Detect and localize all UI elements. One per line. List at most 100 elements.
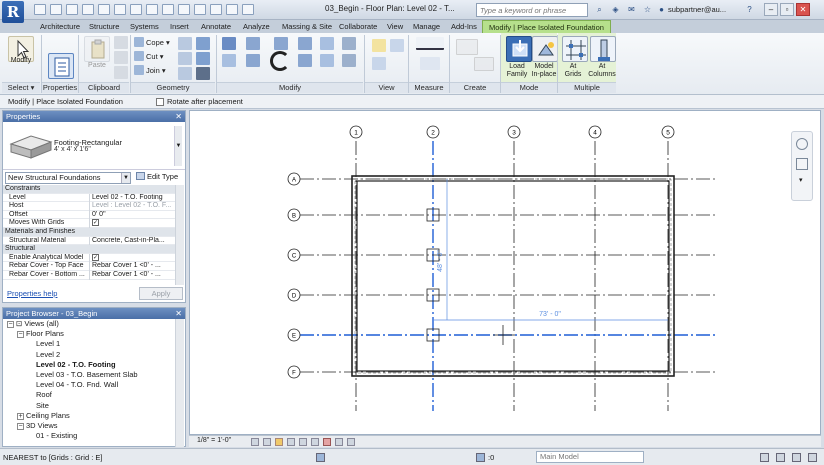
split-face-icon[interactable] [178, 37, 192, 50]
select-pinned-icon[interactable] [776, 453, 785, 462]
aligned-dimension-icon[interactable] [420, 57, 440, 70]
rotate-icon[interactable] [270, 51, 290, 71]
open-icon[interactable] [34, 4, 46, 15]
user-icon[interactable]: ● [656, 4, 667, 15]
tab-manage[interactable]: Manage [407, 20, 446, 33]
modify-button-label[interactable]: Modify [6, 57, 36, 65]
tab-architecture[interactable]: Architecture [34, 20, 86, 33]
create-parts-icon[interactable] [474, 57, 494, 71]
scale-icon[interactable] [342, 37, 356, 50]
wall-joins-icon[interactable] [178, 67, 192, 80]
search-icon[interactable]: ⌕ [594, 4, 605, 15]
property-value[interactable]: Concrete, Cast-in-Pla... [89, 236, 175, 246]
cut-clipboard-icon[interactable] [114, 36, 128, 49]
browser-node[interactable]: −3D Views [3, 421, 177, 431]
browser-node[interactable]: Level 2 [3, 350, 177, 360]
load-family-icon[interactable] [506, 36, 532, 62]
properties-icon[interactable] [48, 53, 74, 79]
match-type-icon[interactable] [114, 66, 128, 79]
switch-window-icon[interactable] [226, 4, 238, 15]
close-button[interactable]: ✕ [796, 3, 810, 16]
apply-button[interactable]: Apply [139, 287, 183, 300]
shadows-icon[interactable] [287, 438, 295, 446]
measure-qat-icon[interactable] [114, 4, 126, 15]
browser-node[interactable]: Level 03 - T.O. Basement Slab [3, 370, 177, 380]
tab-systems[interactable]: Systems [124, 20, 165, 33]
nav-dropdown-icon[interactable]: ▾ [799, 176, 803, 184]
at-grids-icon[interactable] [562, 36, 588, 62]
checkmark-icon[interactable]: ✓ [92, 219, 99, 227]
zoom-icon[interactable] [796, 158, 808, 170]
reveal-hidden-icon[interactable] [335, 438, 343, 446]
linework-icon[interactable] [390, 39, 404, 52]
editing-requests-icon[interactable] [476, 453, 485, 462]
property-row[interactable]: Rebar Cover - Top Face Rebar Cover 1 <0' … [3, 262, 175, 271]
rotate-after-placement-label[interactable]: Rotate after placement [167, 97, 243, 106]
drawing-area[interactable]: 1 2 3 4 5 A B C D E F 48' - 0" 73' - 0" [189, 110, 821, 435]
browser-node[interactable]: Site [3, 401, 177, 411]
property-value[interactable]: Level 02 - T.O. Footing [89, 193, 175, 203]
browser-scrollbar[interactable] [175, 319, 184, 447]
tab-structure[interactable]: Structure [83, 20, 125, 33]
properties-help-link[interactable]: Properties help [7, 289, 57, 298]
copy-clipboard-icon[interactable] [114, 51, 128, 64]
steering-wheel-icon[interactable] [796, 138, 808, 150]
model-inplace-label[interactable]: Model In-place [528, 63, 560, 79]
communication-icon[interactable]: ✉ [626, 4, 637, 15]
tab-modify-place-isolated-foundation[interactable]: Modify | Place Isolated Foundation [482, 20, 611, 33]
tag-icon[interactable] [130, 4, 142, 15]
tab-annotate[interactable]: Annotate [195, 20, 237, 33]
align-icon[interactable] [222, 37, 236, 50]
split-icon[interactable] [320, 37, 334, 50]
close-icon[interactable]: ✕ [175, 111, 182, 122]
array-icon[interactable] [320, 54, 334, 67]
properties-section-header[interactable]: Constraints [3, 185, 175, 194]
select-links-icon[interactable] [760, 453, 769, 462]
tab-collaborate[interactable]: Collaborate [333, 20, 383, 33]
select-underlay-icon[interactable] [808, 453, 817, 462]
property-row[interactable]: Offset 0' 0" [3, 210, 175, 220]
section-icon[interactable] [178, 4, 190, 15]
save-icon[interactable] [50, 4, 62, 15]
browser-node[interactable]: − ⊡ Views (all) [3, 319, 177, 329]
thin-lines-icon[interactable] [194, 4, 206, 15]
join-roof-icon[interactable] [196, 37, 210, 50]
override-graphics-icon[interactable] [372, 57, 386, 70]
favorites-icon[interactable]: ☆ [642, 4, 653, 15]
trim-icon[interactable] [298, 54, 312, 67]
cut-geometry-button[interactable]: Cut ▾ [134, 51, 164, 62]
analytical-model-icon[interactable] [347, 438, 355, 446]
browser-node[interactable]: Level 02 - T.O. Footing [3, 360, 177, 370]
paste-label[interactable]: Paste [82, 62, 112, 70]
help-icon[interactable]: ? [744, 4, 755, 15]
select-panel-label[interactable]: Select ▾ [2, 82, 40, 93]
property-value[interactable]: Rebar Cover 1 <0' - ... [89, 270, 175, 280]
browser-node[interactable]: + Ceiling Plans [3, 411, 177, 421]
properties-scrollbar[interactable] [175, 185, 184, 285]
demolish-icon[interactable] [196, 67, 210, 80]
at-grids-label[interactable]: At Grids [558, 63, 588, 79]
print-icon[interactable] [98, 4, 110, 15]
minimize-button[interactable]: – [764, 3, 778, 16]
application-menu-button[interactable]: R [2, 1, 24, 23]
checkmark-icon[interactable]: ✓ [92, 253, 99, 261]
collapse-icon[interactable]: − [7, 321, 14, 328]
floor-plan-drawing[interactable]: 1 2 3 4 5 A B C D E F 48' - 0" 73' - 0" [190, 111, 820, 434]
expand-icon[interactable]: + [17, 412, 24, 420]
properties-section-header[interactable]: Structural [3, 245, 175, 254]
type-selector[interactable]: Footing-Rectangular 4' x 4' x 1'6" ▼ [3, 122, 185, 170]
browser-node[interactable]: Roof [3, 390, 177, 400]
beam-join-icon[interactable] [196, 52, 210, 65]
move-icon[interactable] [222, 54, 236, 67]
collapse-icon[interactable]: − [17, 331, 24, 339]
view-scale[interactable]: 1/8" = 1'-0" [197, 437, 231, 444]
rotate-after-placement-checkbox[interactable] [156, 98, 164, 106]
at-columns-label[interactable]: At Columns [586, 63, 618, 79]
cope-button[interactable]: Cope ▾ [134, 37, 170, 48]
browser-node[interactable]: 01 - Existing [3, 431, 177, 441]
join-button[interactable]: Join ▾ [134, 65, 166, 76]
show-crop-icon[interactable] [311, 438, 319, 446]
tab-analyze[interactable]: Analyze [237, 20, 276, 33]
sun-path-icon[interactable] [275, 438, 283, 446]
search-input[interactable]: Type a keyword or phrase [476, 3, 588, 17]
